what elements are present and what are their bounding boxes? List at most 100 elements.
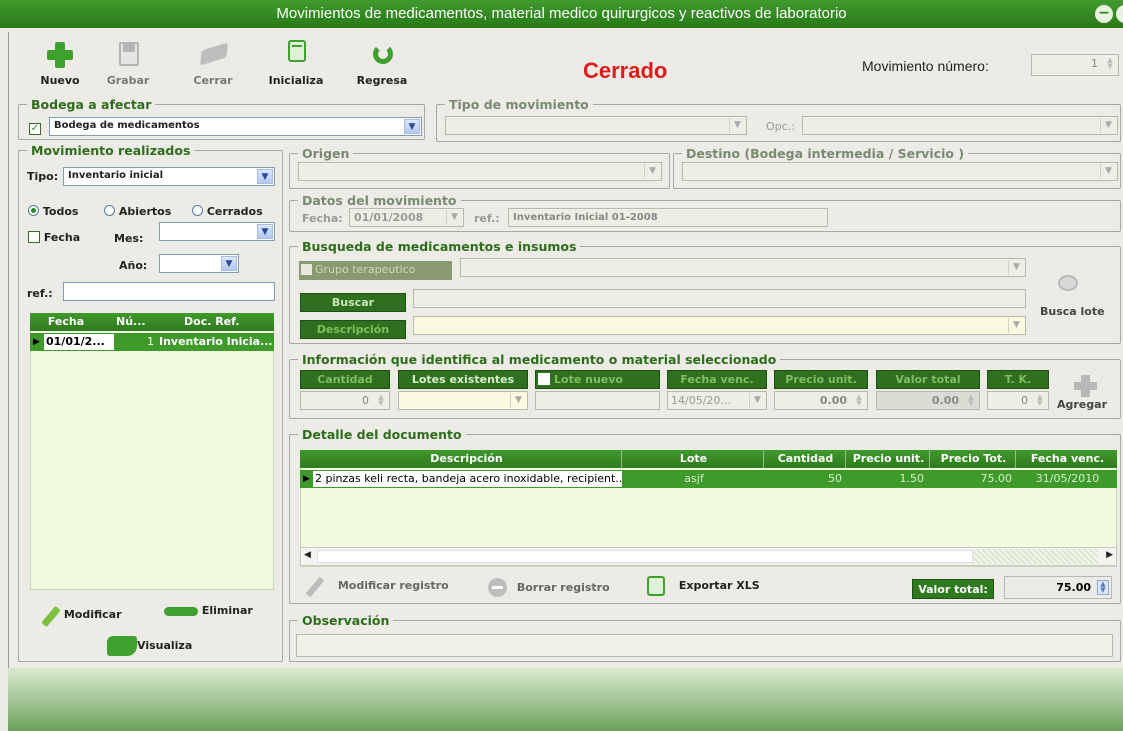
lotes-select[interactable]: ▼ [398,391,528,410]
todos-radio[interactable]: Todos [28,205,78,218]
tk-field[interactable]: 0 ▲ ▼ [987,391,1049,410]
book-icon [198,40,228,68]
grupo-checkbox[interactable]: Grupo terapeutico [299,261,452,280]
chevron-down-icon[interactable]: ▼ [1100,164,1116,179]
visualiza-button[interactable]: Visualiza [107,636,192,656]
chevron-down-icon[interactable]: ▼ [729,118,745,133]
valor-total-field[interactable]: 0.00 ▲ ▼ [876,391,980,410]
borrar-registro-button[interactable]: Borrar registro [488,578,610,597]
fecha-venc-header: Fecha venc. [667,370,767,389]
lote-nuevo-checkbox[interactable]: Lote nuevo [535,370,660,389]
window-title: Movimientos de medicamentos, material me… [276,5,847,22]
ref-mov-label: ref.: [474,212,500,225]
status-label: Cerrado [583,58,668,83]
fecha-label: Fecha: [302,212,343,225]
bodega-checkbox[interactable]: ✓ [29,119,41,135]
agregar-button[interactable]: Agregar [1057,398,1107,411]
bodega-select[interactable]: Bodega de medicamentos ▼ [49,117,422,136]
pencil-icon [302,574,326,598]
regresa-button[interactable]: Regresa [352,40,412,87]
tipo-mov-select[interactable]: ▼ [445,116,747,135]
mes-label: Mes: [114,232,144,245]
grupo-select[interactable]: ▼ [460,258,1026,277]
valor-total-display: 75.00 ▲ ▼ [1004,576,1112,599]
chevron-down-icon[interactable]: ▼ [1100,118,1116,133]
nuevo-button[interactable]: Nuevo [30,40,90,87]
scrollbar-thumb[interactable] [317,550,973,563]
minus-icon [488,578,507,597]
tk-header: T. K. [987,370,1049,389]
plus-icon [45,40,75,68]
destino-select[interactable]: ▼ [682,162,1118,181]
fecha-select[interactable]: 01/01/2008 ▼ [349,208,464,227]
opc-label: Opc.: [766,120,795,133]
mov-numero-field[interactable]: 1 ▲ ▼ [1031,54,1119,76]
spinner-icon[interactable]: ▲ ▼ [1104,57,1116,70]
pencil-icon [34,604,61,628]
descripcion-label: Descripción [300,320,406,339]
eliminar-button[interactable]: Eliminar [164,604,253,617]
row-pointer-icon: ▶ [303,474,310,484]
cantidad-field[interactable]: 0 ▲ ▼ [300,391,390,410]
abiertos-radio[interactable]: Abiertos [104,205,171,218]
ref-mov-input[interactable]: Inventario Inicial 01-2008 [508,208,828,227]
grabar-button[interactable]: Grabar [98,40,158,87]
lote-nuevo-input[interactable] [535,391,660,410]
chevron-down-icon[interactable]: ▼ [404,119,420,134]
chevron-down-icon[interactable]: ▼ [749,393,765,408]
cantidad-header: Cantidad [300,370,390,389]
fecha-venc-select[interactable]: 14/05/20... ▼ [667,391,767,410]
save-icon [113,40,143,68]
realizados-header: Fecha Nú... Doc. Ref. [30,313,274,331]
ref-label: ref.: [27,287,53,300]
exportar-xls-button[interactable]: Exportar XLS [647,576,760,596]
chevron-down-icon[interactable]: ▼ [257,169,273,184]
row-pointer-icon: ▶ [33,337,40,347]
precio-unit-field[interactable]: 0.00 ▲ ▼ [774,391,868,410]
lotes-header: Lotes existentes [398,370,528,389]
scroll-right-icon[interactable]: ▶ [1106,550,1113,560]
inicializa-button[interactable]: Inicializa [266,40,326,87]
busca-lote-button[interactable]: Busca lote [1040,305,1105,318]
cerrar-button[interactable]: Cerrar [183,40,243,87]
ref-input[interactable] [63,282,275,301]
mov-numero-label: Movimiento número: [862,58,989,74]
refresh-icon [367,40,397,68]
cerrados-radio[interactable]: Cerrados [192,205,263,218]
descripcion-select[interactable]: ▼ [413,316,1026,335]
realizados-table [30,313,274,590]
search-icon[interactable] [1058,275,1078,291]
modificar-registro-button[interactable]: Modificar registro [302,574,449,598]
tipo-label: Tipo: [27,170,59,183]
chevron-down-icon[interactable]: ▼ [1008,318,1024,333]
anio-select[interactable]: ▼ [159,254,239,273]
buscar-button[interactable]: Buscar [300,293,406,312]
precio-unit-header: Precio unit. [774,370,868,389]
bottom-band [8,668,1123,731]
chevron-down-icon[interactable]: ▼ [644,164,660,179]
valor-total-header: Valor total [876,370,980,389]
scroll-left-icon[interactable]: ◀ [304,550,311,560]
horizontal-scrollbar[interactable]: ◀ ▶ [300,547,1117,566]
minimize-button[interactable]: − [1095,5,1113,23]
valor-total-label: Valor total: [912,579,994,599]
chevron-down-icon[interactable]: ▼ [446,210,462,225]
detalle-header: Descripción Lote Cantidad Precio unit. P… [300,450,1117,468]
realizados-row[interactable]: ▶ 01/01/2... 1 Inventario Inicia... [30,333,274,351]
origen-select[interactable]: ▼ [298,162,662,181]
observacion-input[interactable] [296,634,1113,657]
buscar-input[interactable] [413,289,1026,308]
detalle-row[interactable]: ▶ 2 pinzas keli recta, bandeja acero ino… [300,470,1117,488]
tipo-select[interactable]: Inventario inicial ▼ [63,167,275,186]
plus-icon[interactable] [1071,373,1101,399]
mes-select[interactable]: ▼ [159,222,275,241]
chevron-down-icon[interactable]: ▼ [221,256,237,271]
opc-select[interactable]: ▼ [802,116,1118,135]
title-bar: Movimientos de medicamentos, material me… [0,0,1123,28]
chevron-down-icon[interactable]: ▼ [1008,260,1024,275]
modificar-button[interactable]: Modificar [34,604,122,628]
chevron-down-icon[interactable]: ▼ [257,224,273,239]
document-icon [647,576,665,596]
chevron-down-icon[interactable]: ▼ [510,393,526,408]
fecha-checkbox[interactable]: Fecha [28,231,80,244]
